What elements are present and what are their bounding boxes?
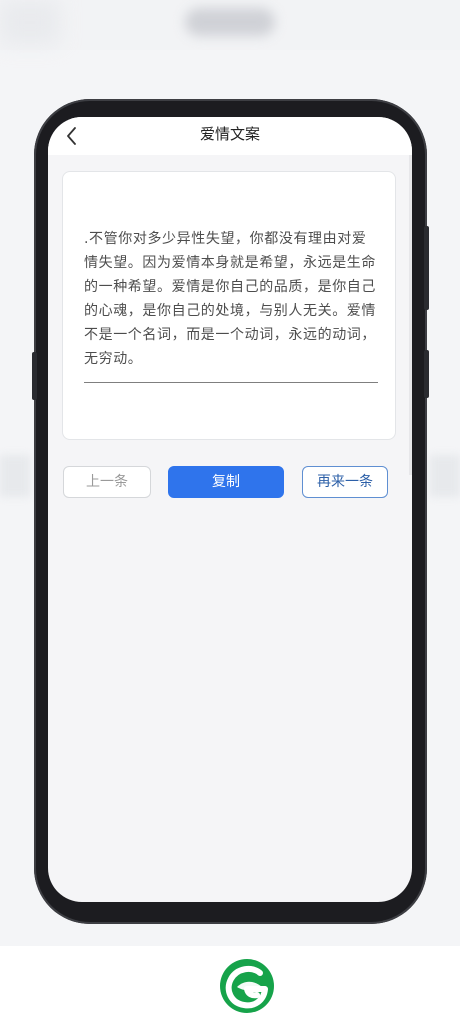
previous-button[interactable]: 上一条	[63, 466, 151, 498]
page-title: 爱情文案	[199, 125, 260, 143]
leaf-g-logo-icon	[220, 959, 274, 1013]
copy-button[interactable]: 复制	[168, 466, 284, 498]
blurred-title	[185, 8, 275, 36]
phone-volume-button	[424, 226, 429, 310]
quote-text: .不管你对多少异性失望，你都没有理由对爱情失望。因为爱情本身就是希望，永远是生命…	[84, 231, 376, 367]
blurred-background-element	[0, 0, 60, 45]
quote-underline	[84, 382, 378, 383]
next-button[interactable]: 再来一条	[302, 466, 388, 498]
quote-card: .不管你对多少异性失望，你都没有理由对爱情失望。因为爱情本身就是希望，永远是生命…	[62, 171, 396, 440]
phone-screen: 爱情文案 .不管你对多少异性失望，你都没有理由对爱情失望。因为爱情本身就是希望，…	[48, 117, 412, 902]
phone-power-button	[424, 350, 429, 398]
phone-side-button	[32, 352, 37, 400]
scrollbar-track[interactable]	[409, 155, 412, 475]
background-band-right	[430, 455, 460, 497]
navigation-bar: 爱情文案	[48, 117, 412, 155]
background-band-left	[0, 455, 30, 497]
